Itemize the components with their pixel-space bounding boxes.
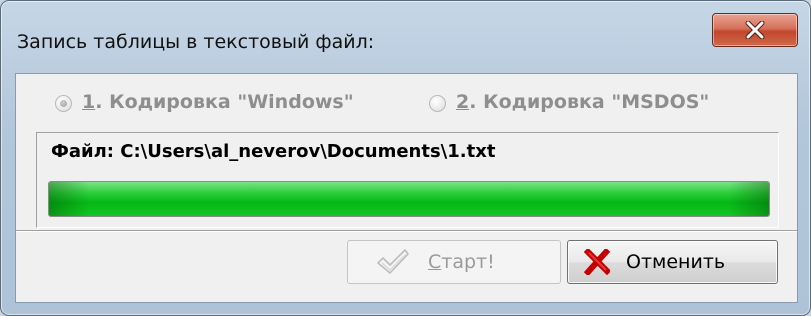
radio-windows-encoding[interactable] [55, 95, 72, 112]
dialog-window: Запись таблицы в текстовый файл: 1. Коди… [0, 0, 811, 316]
encoding-radio-group: 1. Кодировка "Windows" 2. Кодировка "MSD… [16, 74, 797, 130]
checkmark-icon [376, 247, 410, 277]
red-x-icon [584, 249, 610, 275]
cancel-button-label: Отменить [626, 251, 726, 273]
dialog-body: 1. Кодировка "Windows" 2. Кодировка "MSD… [15, 73, 798, 303]
start-button[interactable]: Старт! [347, 240, 561, 284]
radio-msdos-label[interactable]: 2. Кодировка "MSDOS" [456, 91, 709, 113]
progress-bar [48, 181, 770, 217]
progress-bar-fill [49, 182, 769, 216]
file-path-label: Файл: C:\Users\al_neverov\Documents\1.tx… [51, 141, 496, 162]
close-icon [745, 21, 765, 39]
cancel-button[interactable]: Отменить [567, 240, 778, 284]
radio-msdos-encoding[interactable] [429, 95, 446, 112]
start-button-label: Старт! [428, 251, 495, 273]
close-button[interactable] [712, 13, 798, 47]
radio-windows-label[interactable]: 1. Кодировка "Windows" [82, 91, 354, 113]
file-progress-panel: Файл: C:\Users\al_neverov\Documents\1.tx… [36, 132, 779, 228]
separator [16, 230, 797, 232]
title-bar[interactable]: Запись таблицы в текстовый файл: [1, 1, 811, 73]
window-title: Запись таблицы в текстовый файл: [17, 31, 375, 53]
